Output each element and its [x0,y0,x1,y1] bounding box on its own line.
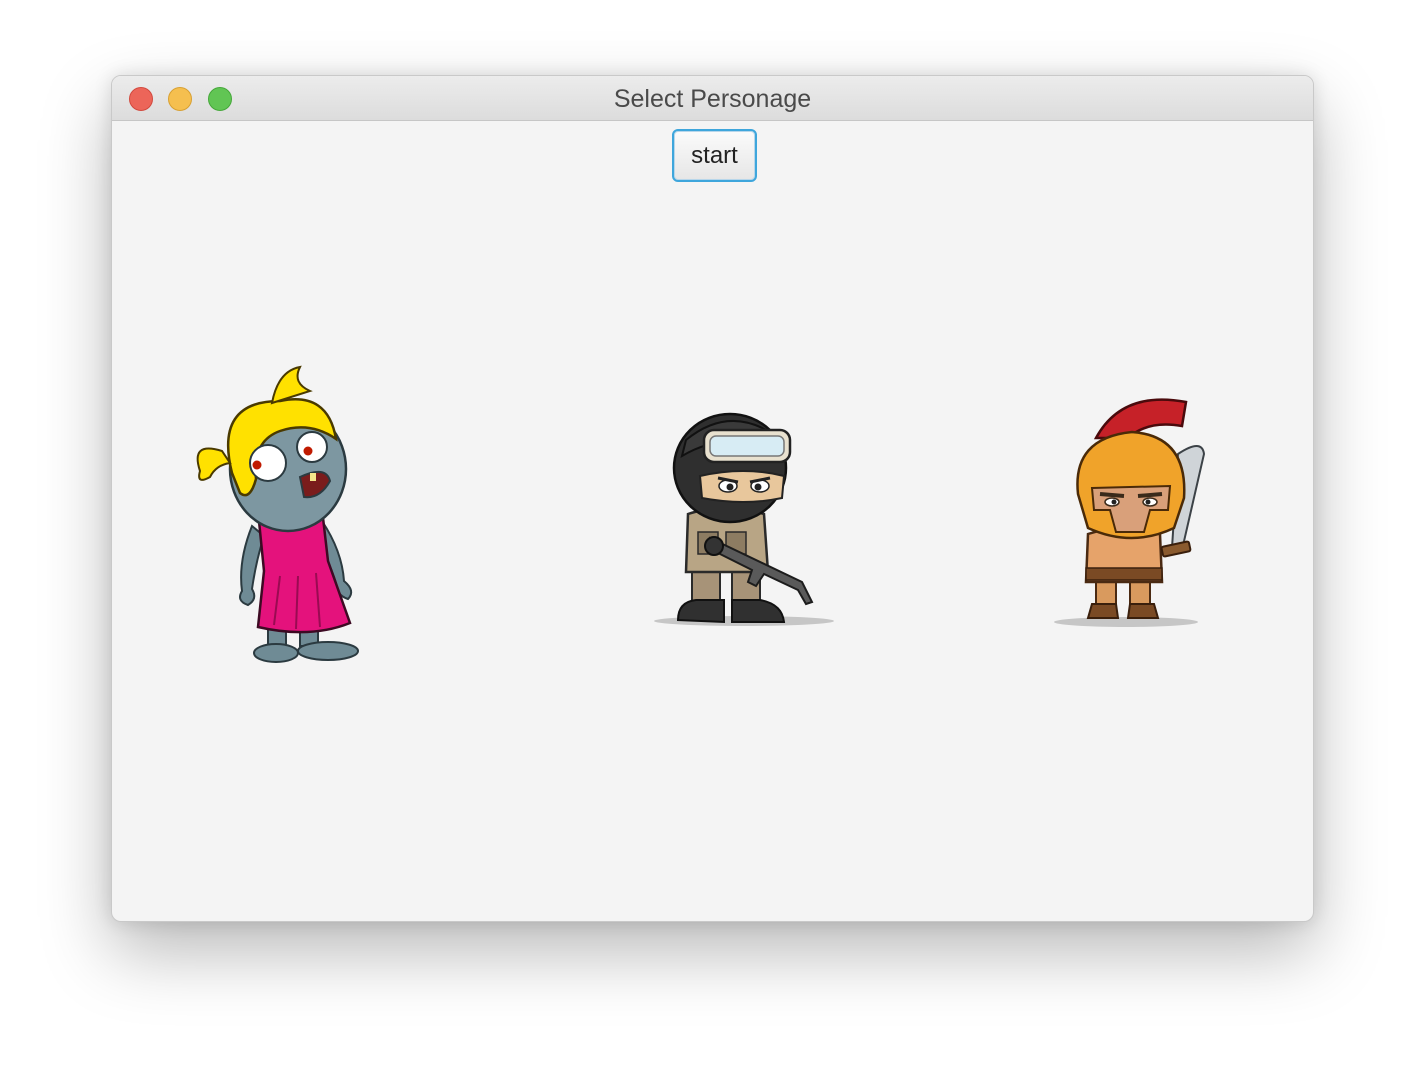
character-zombie-girl[interactable] [160,361,365,666]
app-window: Select Personage start [111,75,1314,922]
character-spartan[interactable] [1052,398,1212,633]
spartan-icon [1054,398,1206,627]
window-title: Select Personage [613,85,812,113]
start-button[interactable]: start [672,129,757,182]
title-bar[interactable]: Select Personage [112,76,1313,121]
character-soldier[interactable] [652,406,842,631]
soldier-icon [654,412,834,626]
zombie-girl-icon [196,365,359,663]
